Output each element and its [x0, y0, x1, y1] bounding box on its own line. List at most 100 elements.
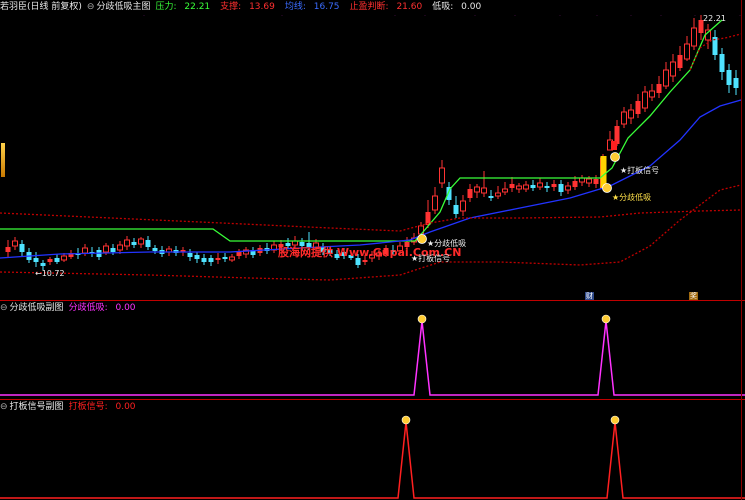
candle-body	[558, 184, 564, 192]
right-frame-line	[741, 0, 742, 500]
pressure-value: 22.21	[184, 2, 211, 12]
candle-body	[551, 184, 557, 187]
stock-name[interactable]: 若羽臣(日线 前复权)	[0, 2, 82, 12]
sub1-readout: 分歧低吸: 0.00	[69, 303, 141, 313]
main-chart-header: 若羽臣(日线 前复权) ⊖ 分歧低吸主图 压力: 22.21 支撑: 13.69 均线: …	[0, 0, 491, 14]
settings-circle-icon[interactable]: ⊖	[0, 303, 8, 313]
candle-body	[635, 101, 641, 114]
pressure-readout: 压力: 22.21	[155, 2, 215, 12]
candle-body	[509, 184, 515, 188]
sub2-signal-line	[0, 421, 745, 499]
sub2-header: ⊖ 打板信号副图 打板信号: 0.00	[0, 400, 146, 414]
candle-body	[222, 257, 228, 259]
candle-body	[236, 252, 242, 256]
candle-body	[467, 189, 473, 198]
ma-label: 均线:	[284, 2, 306, 12]
candle-body	[145, 240, 151, 247]
support-readout: 支撑: 13.69	[220, 2, 280, 12]
sub1-label: 分歧低吸:	[68, 303, 108, 313]
sub1-peak-icon	[601, 314, 611, 324]
candle-body	[194, 255, 200, 259]
sub2-indicator-chart[interactable]	[0, 413, 745, 499]
candle-body	[495, 192, 501, 197]
candle-body	[152, 248, 158, 251]
sub2-peak-icon	[610, 415, 620, 425]
candle-body	[215, 258, 221, 260]
candle-body	[362, 260, 368, 262]
take-profit-label: 止盈判断:	[349, 2, 389, 12]
candle-body	[439, 167, 445, 184]
fenqi-signal-label-2: ★分歧低吸	[612, 193, 652, 202]
sub2-label: 打板信号:	[68, 402, 108, 412]
signal-marker	[602, 183, 612, 193]
candle-body	[523, 184, 529, 190]
candle-body	[40, 263, 46, 266]
candle-body	[117, 244, 123, 251]
candle-body	[670, 61, 676, 77]
low-buy-readout: 低吸: 0.00	[432, 2, 486, 12]
candle-body	[488, 196, 494, 198]
candle-body	[432, 195, 438, 211]
candle-body	[719, 54, 725, 72]
sub2-value: 0.00	[115, 402, 136, 412]
sub1-value: 0.00	[115, 303, 136, 313]
sub1-indicator-chart[interactable]	[0, 314, 745, 398]
sub2-readout: 打板信号: 0.00	[69, 402, 141, 412]
settings-circle-icon[interactable]: ⊖	[0, 402, 8, 412]
take-profit-readout: 止盈判断: 21.60	[350, 2, 428, 12]
take-profit-value: 21.60	[396, 2, 423, 12]
limit-up-candle	[600, 156, 607, 188]
resistance-dotted-line	[0, 209, 742, 232]
candle-body	[537, 182, 543, 188]
limit-up-candle	[611, 141, 617, 150]
candle-body	[47, 259, 53, 262]
sub1-header: ⊖ 分歧低吸副图 分歧低吸: 0.00	[0, 301, 146, 315]
candle-body	[19, 244, 25, 252]
candle-body	[691, 27, 697, 47]
support-value: 13.69	[249, 2, 275, 12]
candle-body	[131, 242, 137, 245]
candle-body	[138, 238, 144, 245]
sub2-peak-icon	[401, 415, 411, 425]
pressure-label: 压力:	[155, 2, 177, 12]
candle-body	[621, 111, 627, 125]
support-label: 支撑:	[220, 2, 242, 12]
low-buy-label: 低吸:	[432, 2, 454, 12]
candle-body	[124, 239, 130, 247]
candle-body	[656, 84, 662, 93]
candle-body	[572, 181, 578, 187]
candle-body	[628, 109, 634, 119]
candle-body	[110, 248, 116, 252]
candle-body	[474, 186, 480, 193]
low-price-label: ←10.72	[35, 269, 65, 278]
pressure-line	[0, 19, 723, 242]
high-price-label: 22.21	[703, 14, 726, 23]
candle-body	[586, 178, 592, 184]
candle-body	[460, 200, 466, 212]
sub1-signal-line	[0, 320, 745, 396]
candle-body	[453, 205, 459, 214]
daban-signal-label-1: ★打板信号	[411, 254, 451, 263]
candle-body	[649, 90, 655, 98]
candle-body	[54, 258, 60, 262]
candle-body	[229, 256, 235, 261]
sub2-title[interactable]: 打板信号副图	[10, 402, 64, 412]
ma-value: 16.75	[313, 2, 340, 12]
ma-line	[0, 99, 742, 259]
main-indicator-name[interactable]: 分歧低吸主图	[96, 2, 150, 12]
candle-body	[61, 255, 67, 261]
candle-body	[502, 188, 508, 193]
sub1-peak-icon	[417, 314, 427, 324]
candle-body	[33, 258, 39, 262]
candle-body	[544, 186, 550, 188]
candle-body	[565, 185, 571, 191]
sub1-title[interactable]: 分歧低吸副图	[10, 303, 64, 313]
candle-body	[12, 240, 18, 247]
candle-body	[82, 247, 88, 254]
candle-body	[516, 185, 522, 190]
low-buy-value: 0.00	[461, 2, 482, 12]
candle-body	[726, 70, 732, 85]
candle-body	[642, 91, 648, 109]
candle-body	[481, 187, 487, 194]
settings-circle-icon[interactable]: ⊖	[87, 2, 95, 12]
